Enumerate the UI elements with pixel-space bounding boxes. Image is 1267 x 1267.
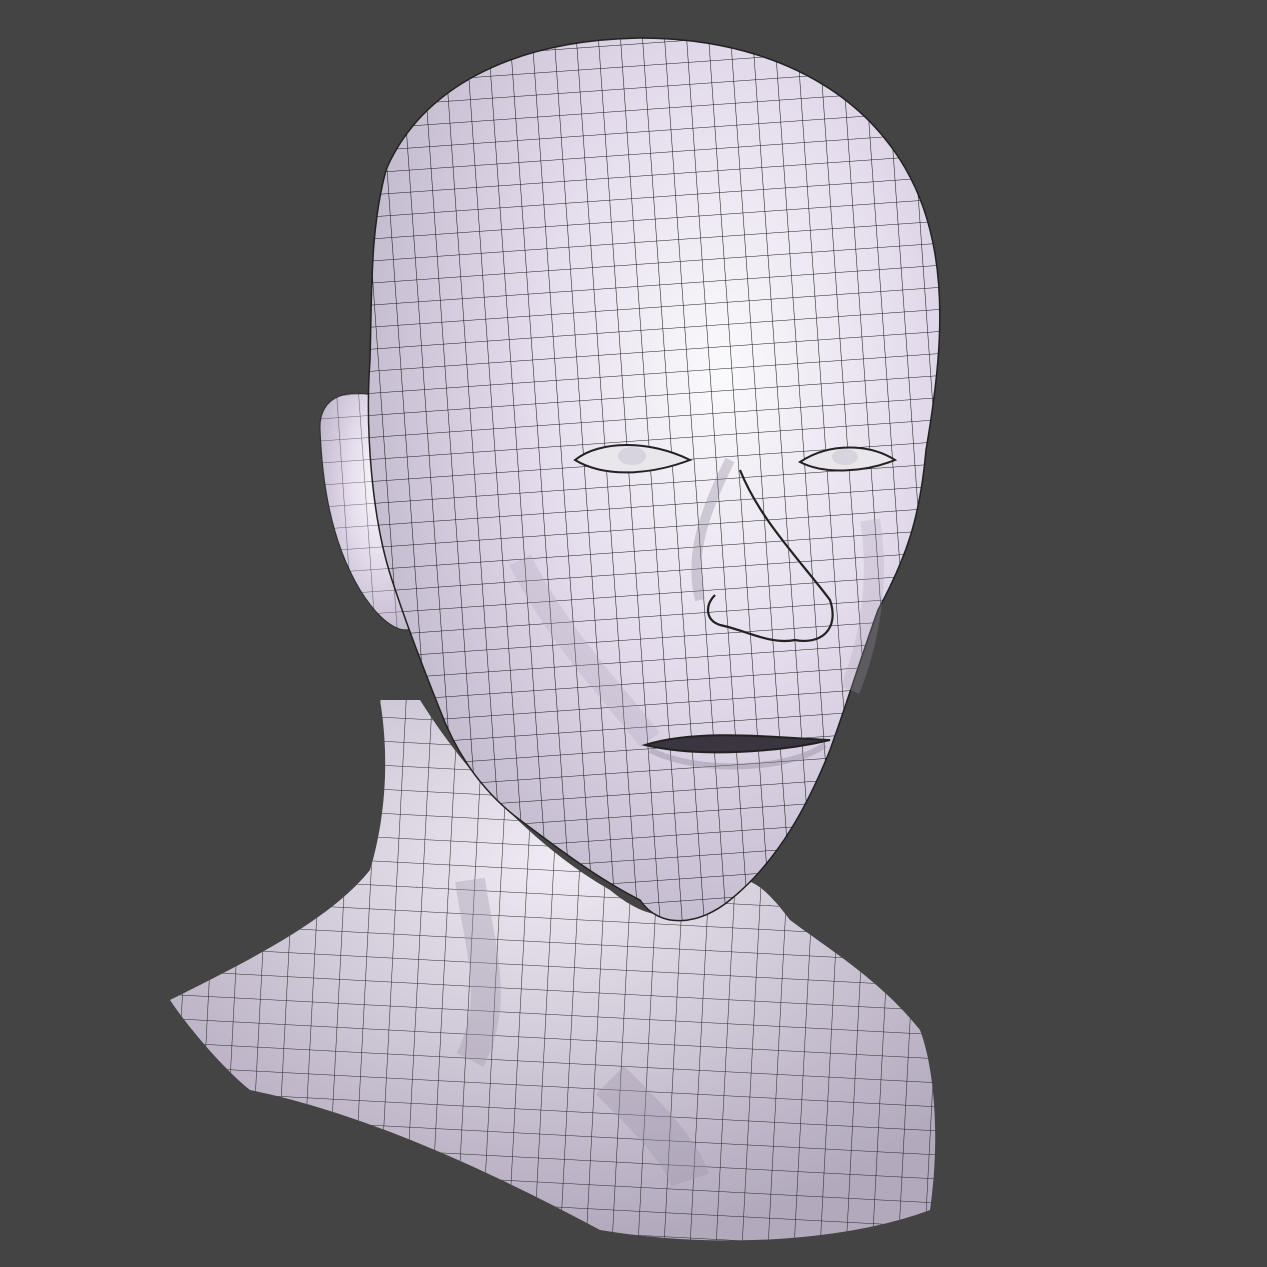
3d-viewport[interactable] [0, 0, 1267, 1267]
head-model-render [170, 37, 941, 1241]
